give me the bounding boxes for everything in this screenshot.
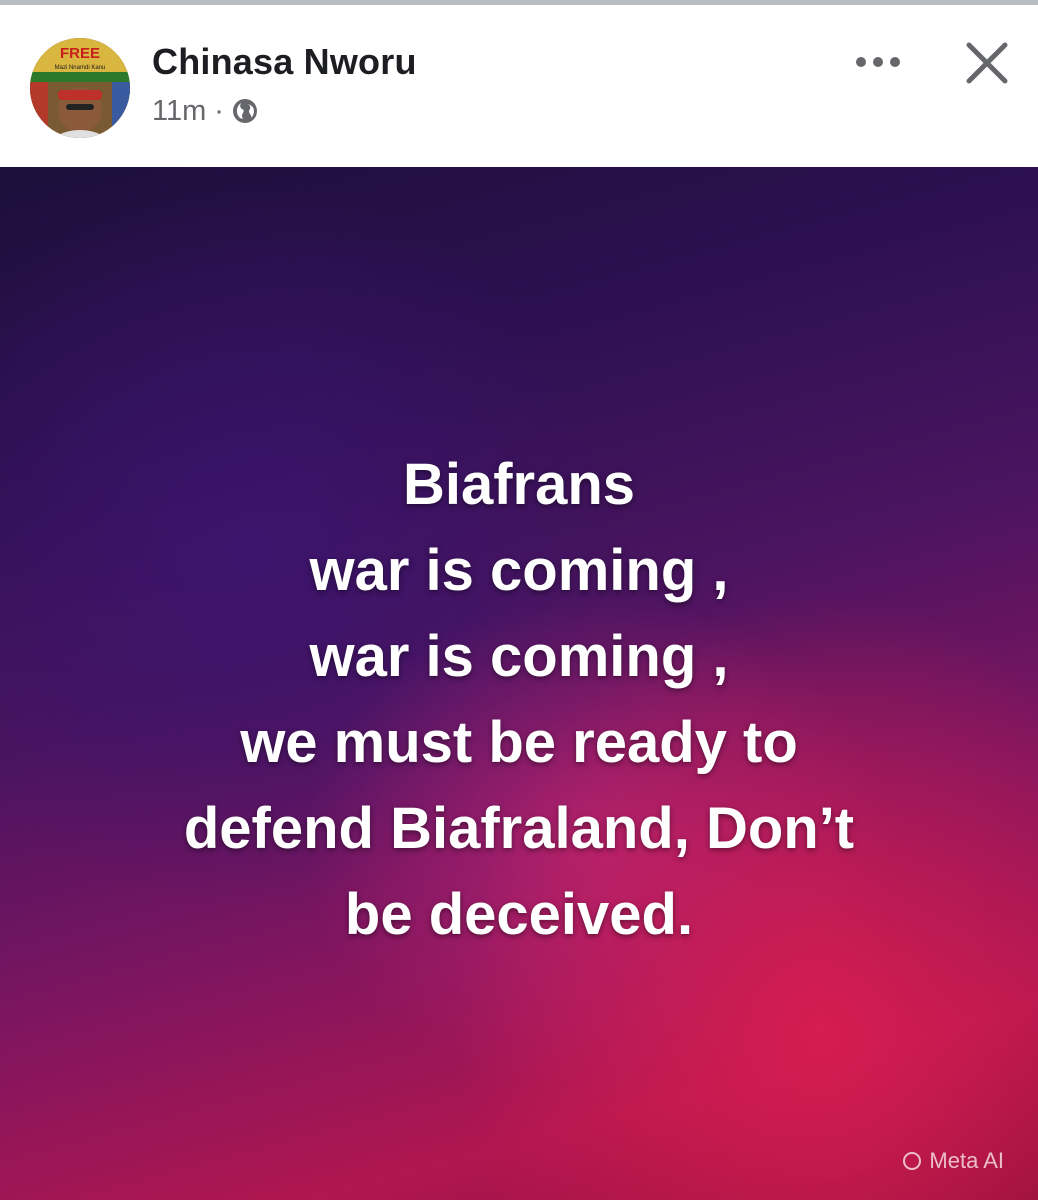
post-time[interactable]: 11m <box>152 95 206 128</box>
post-header: FREE Mazi Nnamdi Kanu Chinasa Nworu 11m … <box>0 5 1038 167</box>
avatar[interactable]: FREE Mazi Nnamdi Kanu <box>30 38 130 138</box>
more-options-button[interactable] <box>838 37 918 87</box>
post-line: Biafrans <box>402 452 636 517</box>
post-meta: 11m · <box>152 93 258 129</box>
close-icon <box>966 42 1008 84</box>
close-button[interactable] <box>955 31 1019 95</box>
author-name[interactable]: Chinasa Nworu <box>152 41 417 83</box>
meta-ai-watermark: Meta AI <box>903 1148 1004 1174</box>
post-line: war is coming , <box>309 538 729 603</box>
post-line: we must be ready to <box>240 710 798 775</box>
avatar-image: FREE Mazi Nnamdi Kanu <box>30 38 130 138</box>
meta-ai-icon <box>903 1152 922 1170</box>
avatar-badge-text: FREE <box>60 45 100 62</box>
post-body-text: Biafrans war is coming , war is coming ,… <box>0 442 1038 958</box>
post-line: be deceived. <box>344 882 694 947</box>
meta-separator: · <box>214 94 224 127</box>
more-horizontal-icon <box>856 57 900 67</box>
globe-icon[interactable] <box>232 98 258 124</box>
post-line: defend Biafraland, Don’t <box>183 796 855 861</box>
post-viewer: FREE Mazi Nnamdi Kanu Chinasa Nworu 11m … <box>0 0 1038 1200</box>
meta-ai-label: Meta AI <box>929 1148 1004 1173</box>
post-text-background: Biafrans war is coming , war is coming ,… <box>0 167 1038 1200</box>
avatar-badge-subtext: Mazi Nnamdi Kanu <box>55 65 106 71</box>
post-line: war is coming , <box>309 624 729 689</box>
